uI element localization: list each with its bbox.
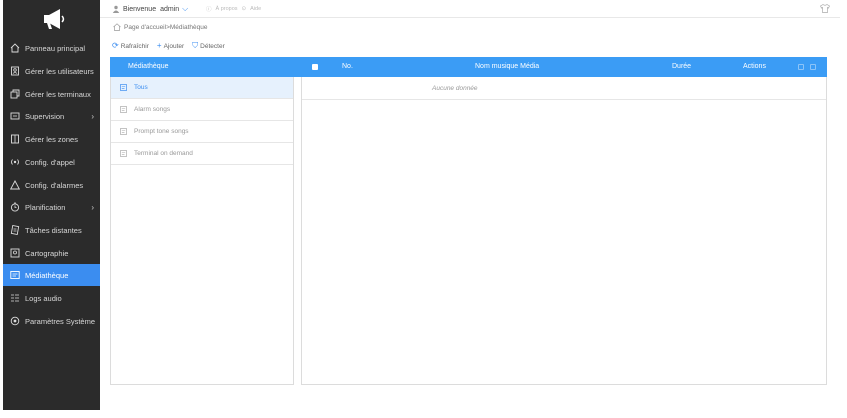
sidebar-item-terminals[interactable]: Gérer les terminaux [3, 83, 100, 105]
about-link[interactable]: À propos [216, 6, 238, 12]
toolbar: ⟳ Rafraîchir + Ajouter ⛉ Détecter [112, 42, 225, 50]
sidebar-item-planning[interactable]: Planification › [3, 196, 100, 218]
library-item-label: Terminal on demand [134, 150, 193, 157]
megaphone-logo-icon [44, 9, 65, 29]
sidebar-item-label: Supervision [25, 111, 65, 121]
sidebar: Panneau principal Gérer les utilisateurs… [3, 0, 100, 410]
sidebar-item-zones[interactable]: Gérer les zones [3, 128, 100, 150]
sidebar-item-system-settings[interactable]: Paramètres Système [3, 310, 100, 332]
detect-label: Détecter [200, 42, 225, 50]
sidebar-item-label: Logs audio [25, 293, 62, 303]
info-icon: ⓘ [206, 7, 212, 13]
users-icon [10, 66, 20, 76]
list-icon [120, 128, 127, 135]
list-icon [120, 150, 127, 157]
list-icon [120, 84, 127, 91]
column-name: Nom musique Média [475, 63, 540, 70]
audio-logs-icon [10, 293, 20, 303]
detect-button[interactable]: ⛉ Détecter [192, 42, 225, 50]
alarm-icon [10, 180, 20, 190]
media-table: Aucune donnée [301, 77, 827, 385]
chevron-right-icon: › [91, 202, 94, 212]
user-icon [112, 5, 120, 13]
theme-icon[interactable] [820, 4, 830, 13]
broadcast-icon [10, 157, 20, 167]
terminals-icon [10, 89, 20, 99]
refresh-button[interactable]: ⟳ Rafraîchir [112, 42, 149, 50]
library-item-prompt-tone-songs[interactable]: Prompt tone songs [111, 121, 293, 143]
library-item-label: Tous [134, 84, 148, 91]
breadcrumb: Page d'accueil>Médiathèque [113, 23, 207, 31]
refresh-label: Rafraîchir [120, 42, 149, 50]
sidebar-item-label: Gérer les zones [25, 134, 78, 144]
sidebar-item-label: Config. d'appel [25, 157, 75, 167]
empty-text: Aucune donnée [432, 84, 478, 92]
help-icon: ⊙ [241, 6, 247, 12]
sidebar-item-label: Médiathèque [25, 270, 69, 280]
library-item-terminal-on-demand[interactable]: Terminal on demand [111, 143, 293, 165]
username: admin [160, 5, 180, 13]
map-icon [10, 248, 20, 258]
sidebar-item-label: Paramètres Système [25, 316, 96, 326]
top-links: ⓘ À propos ⊙ Aide [206, 5, 261, 13]
home-icon [113, 23, 121, 31]
zones-icon [10, 134, 20, 144]
column-actions: Actions [743, 63, 766, 70]
sidebar-item-label: Panneau principal [25, 43, 86, 53]
monitor-icon [10, 111, 20, 121]
help-link[interactable]: Aide [250, 6, 261, 12]
library-item-label: Alarm songs [134, 106, 171, 113]
chevron-down-icon: ⌵ [182, 4, 189, 13]
sidebar-item-label: Tâches distantes [25, 225, 82, 235]
detect-icon: ⛉ [192, 41, 199, 50]
table-header: Médiathèque No. Nom musique Média Durée … [110, 57, 827, 77]
sidebar-item-alarm-config[interactable]: Config. d'alarmes [3, 174, 100, 196]
column-duration: Durée [672, 63, 692, 70]
sidebar-item-supervision[interactable]: Supervision › [3, 105, 100, 127]
add-label: Ajouter [163, 42, 185, 50]
library-item-all[interactable]: Tous [111, 77, 293, 99]
sidebar-item-map[interactable]: Cartographie [3, 242, 100, 264]
settings-icon [10, 316, 20, 326]
sidebar-item-label: Gérer les terminaux [25, 89, 91, 99]
welcome-text: Bienvenue [123, 5, 157, 13]
home-icon [10, 43, 20, 53]
media-library-icon [10, 270, 20, 280]
list-icon [120, 106, 127, 113]
breadcrumb-text[interactable]: Page d'accueil>Médiathèque [124, 24, 207, 31]
library-item-alarm-songs[interactable]: Alarm songs [111, 99, 293, 121]
sidebar-item-label: Planification [25, 202, 66, 212]
add-button[interactable]: + Ajouter [157, 42, 184, 50]
library-panel: Tous Alarm songs Prompt tone songs Termi… [110, 77, 294, 385]
column-settings-icon[interactable] [798, 64, 804, 70]
plus-icon: + [156, 41, 162, 50]
refresh-icon: ⟳ [112, 41, 119, 50]
empty-row: Aucune donnée [302, 77, 826, 100]
clock-icon [10, 202, 20, 212]
user-menu[interactable]: Bienvenue admin ⌵ [112, 4, 188, 14]
export-icon[interactable] [810, 64, 816, 70]
sidebar-item-label: Gérer les utilisateurs [25, 66, 94, 76]
sidebar-item-label: Cartographie [25, 248, 69, 258]
sidebar-item-remote-tasks[interactable]: Tâches distantes [3, 219, 100, 241]
top-bar: Bienvenue admin ⌵ ⓘ À propos ⊙ Aide [100, 0, 840, 18]
select-all-checkbox[interactable] [312, 64, 318, 70]
sidebar-item-call-config[interactable]: Config. d'appel [3, 151, 100, 173]
sidebar-item-users[interactable]: Gérer les utilisateurs [3, 60, 100, 82]
column-no: No. [342, 63, 353, 70]
remote-task-icon [10, 225, 20, 235]
library-header: Médiathèque [128, 63, 169, 70]
sidebar-item-audio-logs[interactable]: Logs audio [3, 287, 100, 309]
sidebar-item-label: Config. d'alarmes [25, 180, 84, 190]
sidebar-item-media-library[interactable]: Médiathèque [3, 264, 100, 286]
chevron-right-icon: › [91, 111, 94, 121]
library-item-label: Prompt tone songs [134, 128, 189, 135]
sidebar-item-dashboard[interactable]: Panneau principal [3, 37, 100, 59]
